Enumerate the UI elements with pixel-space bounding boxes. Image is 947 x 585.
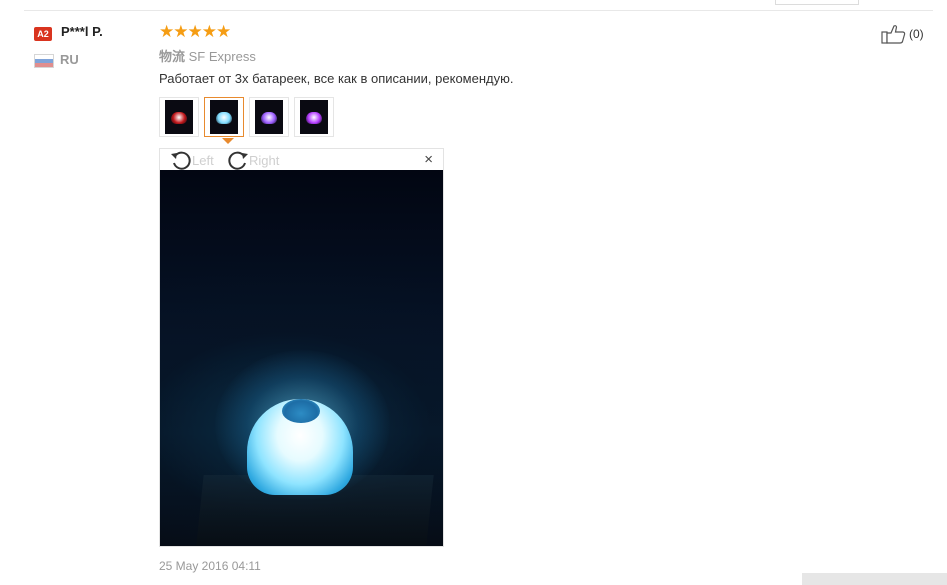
photo-thumbnail[interactable] — [159, 97, 199, 137]
photo-viewer: Left Right × — [159, 148, 444, 547]
review-photo — [160, 170, 443, 546]
photo-thumbnail[interactable] — [294, 97, 334, 137]
top-divider — [24, 10, 933, 11]
bottom-corner-panel — [802, 573, 947, 585]
star-icon: ★ — [216, 22, 232, 41]
lamp-thumbnail-glow — [306, 112, 322, 124]
thumbnail-image — [255, 100, 283, 134]
photo-viewer-toolbar: Left Right × — [160, 149, 443, 170]
rotate-left-label: Left — [192, 152, 214, 168]
star-icon: ★ — [201, 22, 217, 41]
logistics-label: 物流 — [159, 49, 186, 64]
thumbnail-image — [210, 100, 238, 134]
review-text: Работает от 3х батареек, все как в описа… — [159, 71, 514, 86]
rotate-left-icon — [171, 151, 191, 170]
star-rating: ★ ★ ★ ★ ★ — [159, 22, 232, 41]
review-photo-thumbnails — [159, 97, 339, 137]
lamp-thumbnail-glow — [261, 112, 277, 124]
selected-thumbnail-arrow — [222, 138, 234, 144]
star-icon: ★ — [187, 22, 203, 41]
review-date: 25 May 2016 04:11 — [159, 559, 261, 573]
rotate-right-icon — [228, 151, 248, 170]
russia-flag-icon — [34, 54, 54, 68]
thumbnail-image — [165, 100, 193, 134]
star-icon: ★ — [173, 22, 189, 41]
rotate-left-button[interactable]: Left — [170, 150, 214, 170]
rotate-right-label: Right — [249, 152, 280, 168]
top-button-edge[interactable] — [775, 0, 859, 5]
close-icon[interactable]: × — [424, 151, 433, 169]
helpful-button[interactable]: (0) — [881, 24, 924, 44]
lamp-thumbnail-glow — [171, 112, 187, 124]
reviewer-country: RU — [60, 52, 79, 67]
photo-thumbnail[interactable] — [249, 97, 289, 137]
logistics-info: 物流 SF Express — [159, 46, 256, 65]
lamp-top-button — [282, 399, 320, 423]
helpful-count: (0) — [909, 27, 924, 41]
thumbnail-image — [300, 100, 328, 134]
rotate-right-button[interactable]: Right — [227, 150, 279, 170]
star-icon: ★ — [159, 22, 175, 41]
photo-thumbnail[interactable] — [204, 97, 244, 137]
reviewer-name: P***l P. — [61, 24, 103, 39]
level-badge: A2 — [34, 27, 52, 41]
logistics-value: SF Express — [188, 49, 256, 64]
lamp-thumbnail-glow — [216, 112, 232, 124]
thumbs-up-icon — [881, 25, 906, 44]
